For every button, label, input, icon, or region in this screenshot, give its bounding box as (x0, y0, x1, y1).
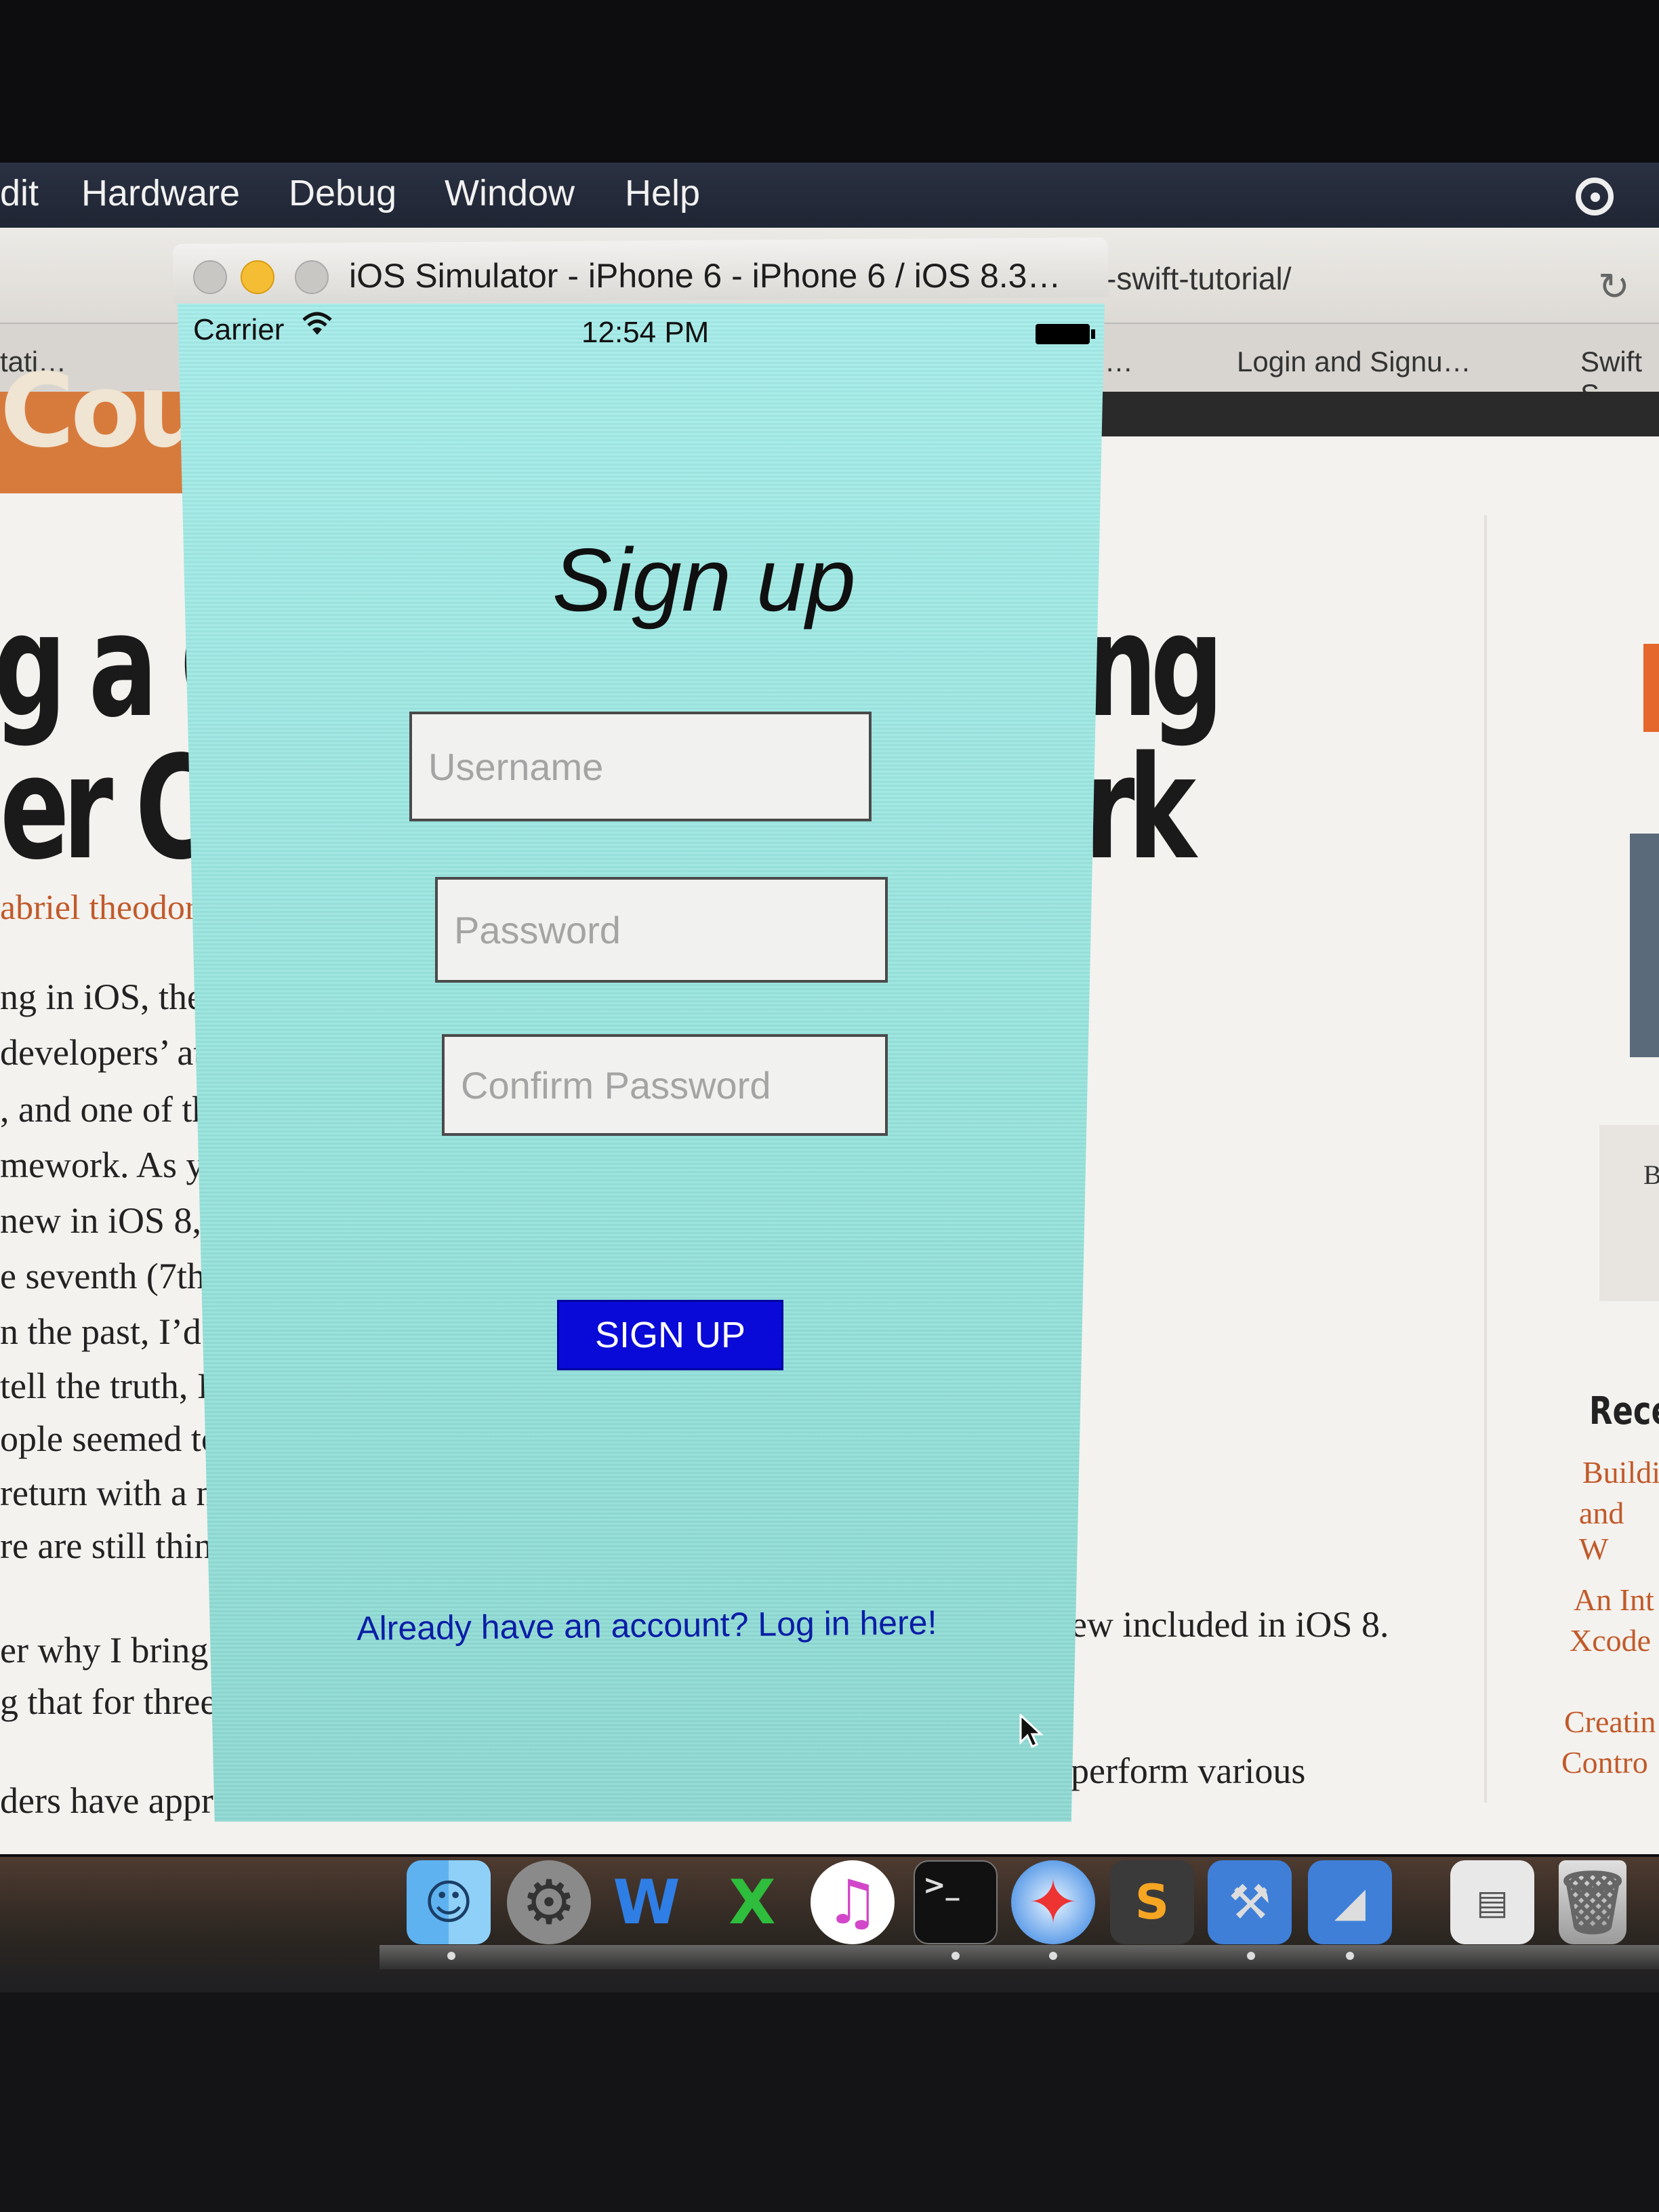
body-line: , and one of th (0, 1089, 211, 1130)
window-minimize-button[interactable] (241, 260, 274, 294)
status-carrier: Carrier (193, 313, 285, 346)
menu-edit[interactable]: dit (0, 172, 39, 214)
confirm-password-placeholder: Confirm Password (461, 1063, 771, 1107)
sidebar-widget (1599, 1125, 1659, 1301)
system-preferences-icon[interactable]: ⚙ (507, 1860, 591, 1944)
trash-icon[interactable]: 🗑 (1554, 1860, 1631, 1944)
signup-title: Sign up (552, 530, 856, 630)
finder-icon[interactable]: ☺ (407, 1860, 491, 1944)
word-icon[interactable]: W (605, 1860, 689, 1944)
tab-2[interactable]: … (1105, 346, 1133, 378)
password-field[interactable]: Password (435, 877, 888, 983)
body-line: return with a ne (0, 1473, 231, 1513)
body-line: ng in iOS, the (0, 977, 204, 1017)
recent-post-link[interactable]: Buildi (1582, 1454, 1659, 1490)
sidebar-widget-label: B (1643, 1160, 1659, 1190)
running-indicator (1049, 1952, 1057, 1960)
window-close-button[interactable] (193, 260, 227, 294)
sidebar-image[interactable] (1630, 834, 1659, 1057)
password-placeholder: Password (454, 908, 621, 951)
screen-bezel (0, 1992, 1659, 2212)
mouse-cursor-icon (1019, 1713, 1044, 1759)
url-field[interactable]: -swift-tutorial/ (1106, 260, 1291, 297)
tab-login-and-signup[interactable]: Login and Signu… (1237, 346, 1471, 378)
battery-icon (1036, 324, 1095, 344)
body-line: n the past, I’d w (0, 1311, 237, 1352)
body-line: new in iOS 8, (0, 1200, 201, 1241)
recent-post-link[interactable]: Contro (1561, 1744, 1648, 1780)
status-time: 12:54 PM (581, 316, 710, 349)
username-field[interactable]: Username (409, 712, 872, 821)
menu-help[interactable]: Help (625, 172, 700, 214)
recent-post-link[interactable]: An Int (1574, 1582, 1654, 1618)
body-line: developers’ at (0, 1032, 204, 1073)
body-line: ople seemed to (0, 1418, 220, 1459)
body-line-right: ew included in iOS 8. (1071, 1604, 1389, 1645)
article-headline-right-1: ng (1084, 583, 1224, 749)
simulator-window-title: iOS Simulator - iPhone 6 - iPhone 6 / iO… (349, 257, 1061, 295)
recent-post-link[interactable]: Creatin (1564, 1704, 1656, 1740)
signup-button[interactable]: SIGN UP (557, 1300, 783, 1370)
menubar-status-icon[interactable] (1576, 178, 1614, 216)
recent-post-link[interactable]: and W (1579, 1495, 1659, 1567)
body-line: e seventh (7th) (0, 1256, 218, 1296)
terminal-icon[interactable]: >_ (914, 1860, 998, 1944)
wifi-icon (302, 310, 333, 345)
body-line: mework. As y (0, 1145, 205, 1185)
running-indicator (447, 1952, 455, 1960)
recent-posts-title: Recen (1589, 1389, 1659, 1433)
body-line: tell the truth, I (0, 1366, 209, 1406)
menu-debug[interactable]: Debug (289, 172, 396, 214)
safari-icon[interactable]: ✦ (1011, 1860, 1095, 1944)
dock (380, 1945, 1659, 1969)
article-headline-right-2: rk (1084, 725, 1196, 891)
sidebar-banner[interactable] (1643, 644, 1659, 732)
login-link[interactable]: Already have an account? Log in here! (356, 1603, 937, 1648)
window-zoom-button[interactable] (295, 260, 329, 294)
running-indicator (951, 1952, 960, 1960)
recent-post-link[interactable]: Xcode (1570, 1622, 1651, 1658)
article-author[interactable]: abriel theodoro (0, 888, 214, 928)
xcode-icon[interactable]: ⚒ (1208, 1860, 1292, 1944)
body-line: er why I bring to (0, 1630, 246, 1671)
username-placeholder: Username (428, 745, 604, 788)
running-indicator (1247, 1952, 1255, 1960)
menubar: dit Hardware Debug Window Help (0, 163, 1659, 228)
preview-icon[interactable]: ▤ (1450, 1860, 1534, 1944)
confirm-password-field[interactable]: Confirm Password (442, 1034, 888, 1136)
instruments-icon[interactable]: ◢ (1308, 1860, 1392, 1944)
body-line: ders have approa (0, 1780, 248, 1821)
sidebar-divider (1484, 515, 1487, 1803)
excel-icon[interactable]: X (710, 1860, 794, 1944)
running-indicator (1346, 1952, 1354, 1960)
body-line: re are still thing (0, 1525, 231, 1566)
menu-hardware[interactable]: Hardware (81, 172, 240, 214)
menu-window[interactable]: Window (445, 172, 575, 214)
site-logo-text: Cou (0, 352, 209, 470)
body-line-right: perform various (1071, 1750, 1306, 1791)
sublime-text-icon[interactable]: S (1110, 1860, 1194, 1944)
reload-icon[interactable]: ↻ (1598, 264, 1630, 309)
itunes-icon[interactable]: ♫ (811, 1860, 895, 1944)
